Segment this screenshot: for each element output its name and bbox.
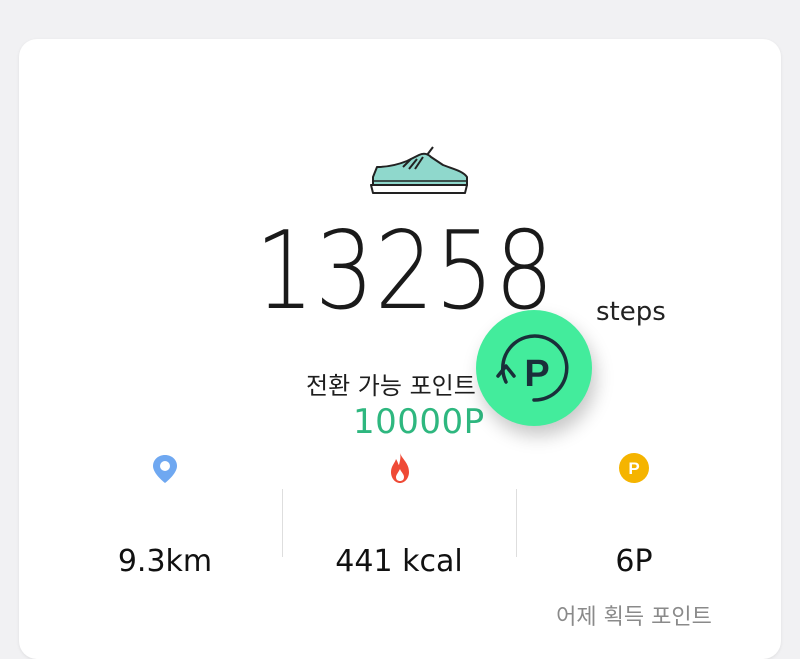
yesterday-points-value: 6P bbox=[615, 544, 653, 579]
flame-icon bbox=[391, 453, 409, 483]
step-unit-label: steps bbox=[596, 297, 666, 327]
stat-divider bbox=[516, 489, 517, 557]
sneaker-icon bbox=[370, 146, 468, 194]
convert-points-icon: P bbox=[496, 334, 569, 402]
point-coin-icon: P bbox=[619, 453, 649, 483]
location-pin-icon bbox=[153, 455, 177, 483]
svg-text:P: P bbox=[524, 353, 549, 395]
step-summary-card: 13258 steps 전환 가능 포인트 10000P 9.3km 441 k… bbox=[19, 39, 781, 659]
calories-value: 441 kcal bbox=[335, 544, 463, 579]
convert-points-button[interactable]: P bbox=[476, 310, 592, 426]
stat-divider bbox=[282, 489, 283, 557]
distance-value: 9.3km bbox=[117, 544, 213, 579]
convertible-points-value: 10000P bbox=[353, 402, 485, 442]
svg-text:P: P bbox=[628, 459, 639, 478]
yesterday-points-label: 어제 획득 포인트 bbox=[556, 605, 712, 630]
convertible-points-label: 전환 가능 포인트 bbox=[306, 372, 476, 400]
